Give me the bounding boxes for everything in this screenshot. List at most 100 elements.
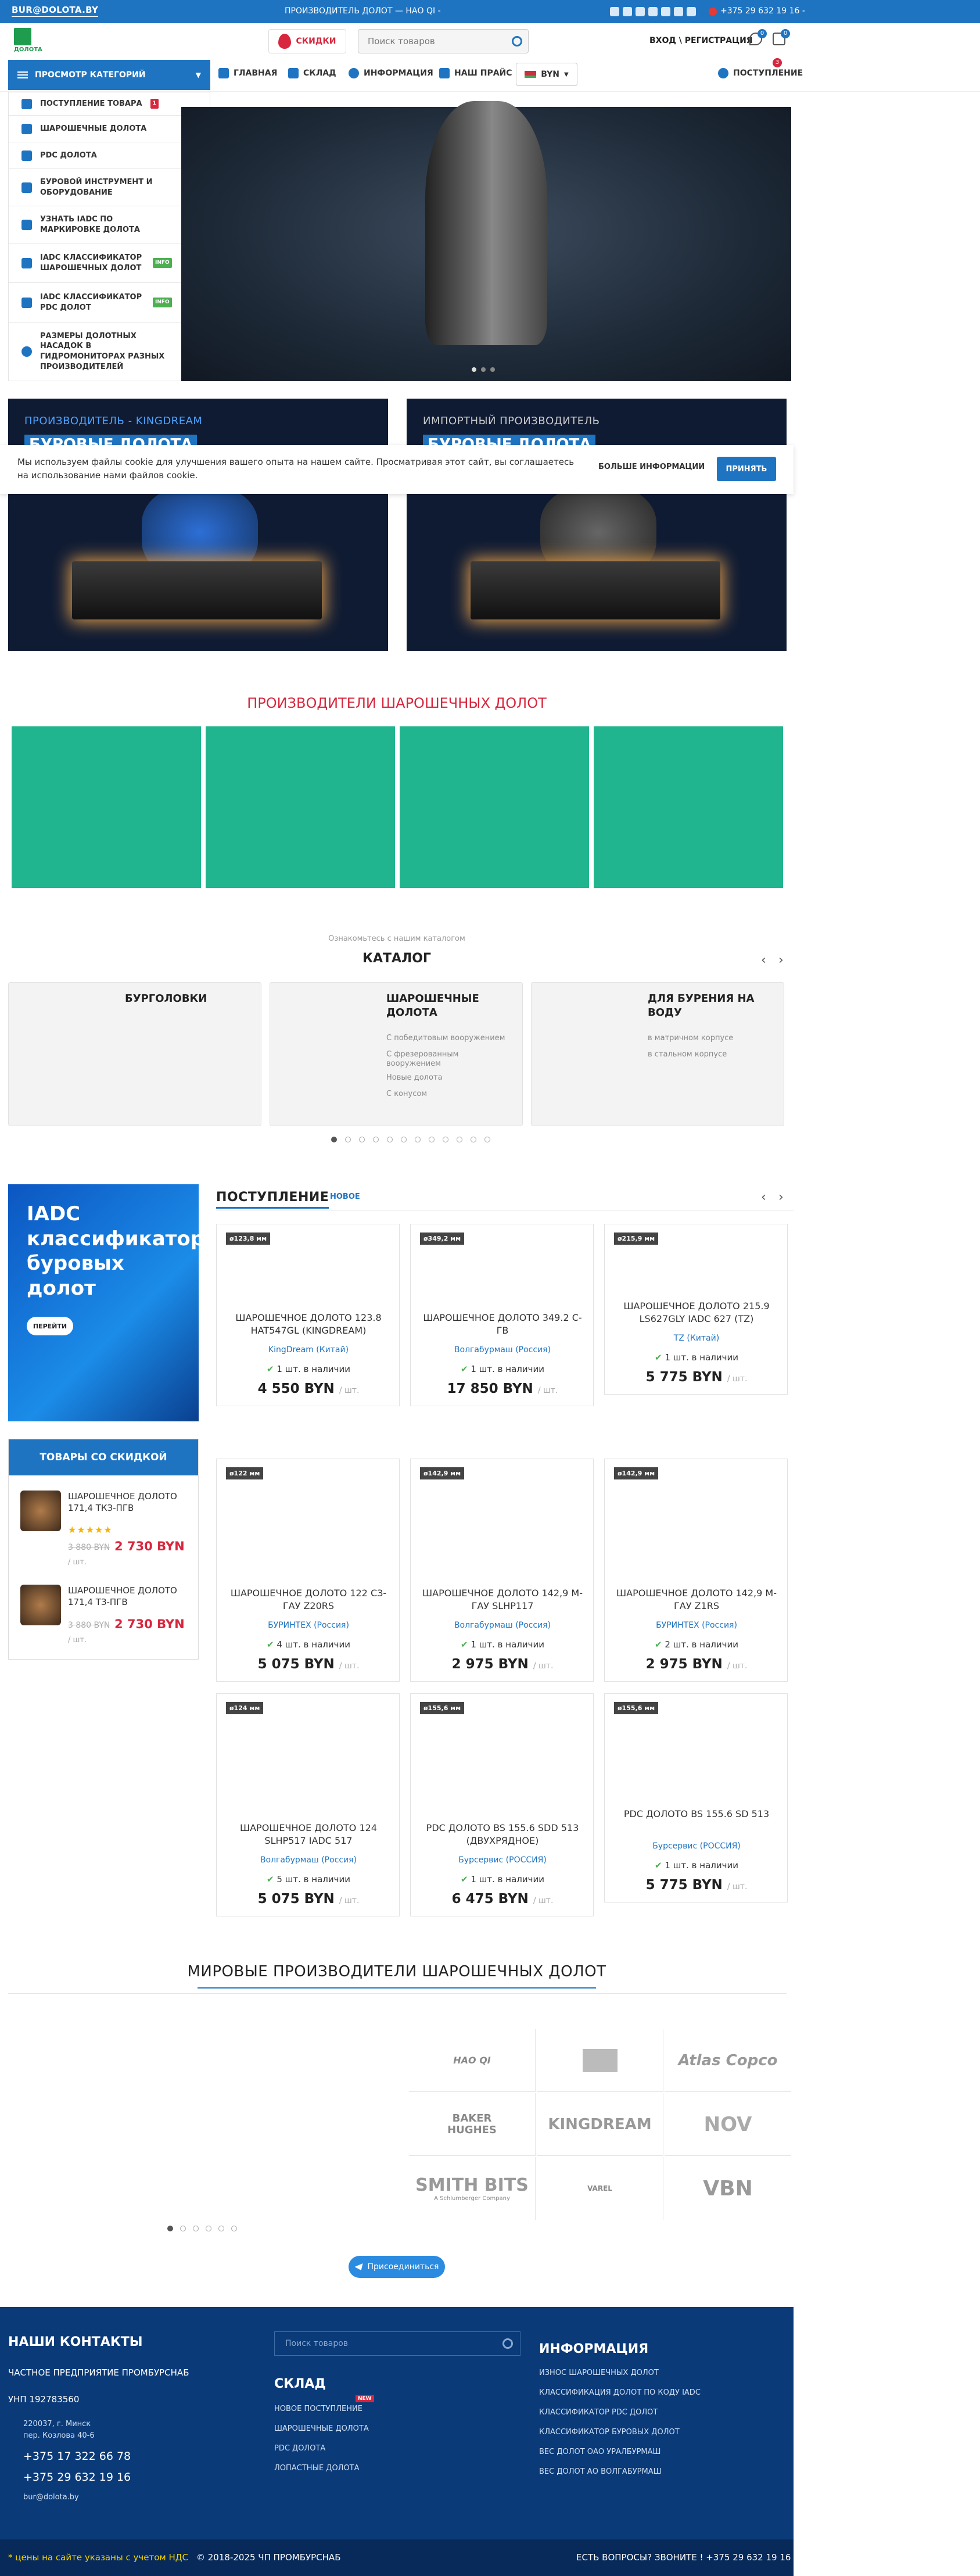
iadc-go-button[interactable]: ПЕРЕЙТИ (27, 1317, 73, 1335)
product-card[interactable]: ø155,6 мм PDC ДОЛОТО BS 155.6 SD 513 Бурсе… (604, 1693, 788, 1903)
product-card[interactable]: ø124 мм ШАРОШЕЧНОЕ ДОЛОТО 124 SLHP517 IAD… (216, 1693, 400, 1916)
category-item[interactable]: IADC КЛАССИФИКАТОР PDC ДОЛОТ INFO (9, 283, 210, 323)
footer-link[interactable]: PDC ДОЛОТА (274, 2444, 325, 2453)
category-item[interactable]: ПОСТУПЛЕНИЕ ТОВАРА 1 (9, 92, 210, 116)
slider-dot[interactable] (193, 2226, 199, 2231)
catalog-sub-link[interactable]: С победитовым вооружением (386, 1034, 505, 1042)
category-item[interactable]: БУРОВОЙ ИНСТРУМЕНТ И ОБОРУДОВАНИЕ› (9, 169, 210, 206)
category-item[interactable]: PDC ДОЛОТА› (9, 142, 210, 169)
browse-categories-button[interactable]: ПРОСМОТР КАТЕГОРИЙ ▼ (8, 60, 210, 90)
brand-logo[interactable]: NOV (665, 2093, 791, 2156)
catalog-sub-link[interactable]: в стальном корпусе (648, 1050, 727, 1059)
category-item[interactable]: РАЗМЕРЫ ДОЛОТНЫХ НАСАДОК В ГИДРОМОНИТОРА… (9, 323, 210, 381)
product-manufacturer[interactable]: Бурсервис (РОССИЯ) (614, 1841, 779, 1851)
product-manufacturer[interactable]: БУРИНТЕХ (Россия) (226, 1621, 391, 1630)
catalog-sub-link[interactable]: в матричном корпусе (648, 1034, 733, 1042)
footer-email[interactable]: bur@dolota.by (23, 2493, 79, 2502)
product-manufacturer[interactable]: БУРИНТЕХ (Россия) (614, 1621, 779, 1630)
product-name[interactable]: ШАРОШЕЧНОЕ ДОЛОТО 349.2 С-ГВ (420, 1312, 585, 1337)
product-manufacturer[interactable]: Бурсервис (РОССИЯ) (420, 1855, 585, 1865)
slider-dot[interactable] (471, 1137, 476, 1142)
search-icon[interactable] (502, 2338, 513, 2349)
product-card[interactable]: ø155,6 мм PDC ДОЛОТО BS 155.6 SDD 513 (ДВ… (410, 1693, 594, 1916)
discount-item[interactable]: ШАРОШЕЧНОЕ ДОЛОТО 171,4 ТЗ-ПГВ 3 880 BYN… (9, 1585, 198, 1649)
currency-select[interactable]: BYN ▼ (516, 63, 577, 86)
brand-logo[interactable]: VAREL (537, 2157, 663, 2220)
product-card[interactable]: ø349,2 мм ШАРОШЕЧНОЕ ДОЛОТО 349.2 С-ГВ Вол… (410, 1224, 594, 1406)
vk-icon[interactable] (636, 7, 645, 16)
brand-logo[interactable]: BAKER HUGHES (409, 2093, 536, 2156)
product-card[interactable]: ø215,9 мм ШАРОШЕЧНОЕ ДОЛОТО 215.9 LS627GL… (604, 1224, 788, 1395)
catalog-sub-link[interactable]: С фрезерованным вооружением (386, 1050, 508, 1068)
catalog-sub-link[interactable]: С конусом (386, 1090, 427, 1098)
catalog-card[interactable]: БУРГОЛОВКИ (8, 982, 261, 1126)
product-name[interactable]: ШАРОШЕЧНОЕ ДОЛОТО 215.9 LS627GLY IADC 62… (614, 1300, 779, 1325)
viber-icon[interactable] (661, 7, 670, 16)
footer-link[interactable]: ВЕС ДОЛОТ АО ВОЛГАБУРМАШ (539, 2467, 662, 2476)
brand-logo[interactable] (537, 2029, 663, 2092)
product-card[interactable]: ø142,9 мм ШАРОШЕЧНОЕ ДОЛОТО 142,9 М-ГАУ S… (410, 1459, 594, 1682)
slider-dot[interactable] (180, 2226, 186, 2231)
product-manufacturer[interactable]: TZ (Китай) (614, 1334, 779, 1343)
product-name[interactable]: PDC ДОЛОТО BS 155.6 SDD 513 (ДВУХРЯДНОЕ) (420, 1822, 585, 1847)
instagram-icon[interactable] (623, 7, 632, 16)
telegram-join-button[interactable]: Присоединиться (349, 2256, 445, 2278)
brand-logo[interactable]: SMITH BITS A Schlumberger Company (409, 2157, 536, 2220)
product-manufacturer[interactable]: Волгабурмаш (Россия) (226, 1855, 391, 1865)
top-email-link[interactable]: BUR@DOLOTA.BY (12, 5, 99, 17)
nav-arrivals[interactable]: ПОСТУПЛЕНИЕ (718, 68, 803, 78)
product-name[interactable]: ШАРОШЕЧНОЕ ДОЛОТО 142,9 М-ГАУ SLHP117 (420, 1587, 585, 1612)
cookie-accept-button[interactable]: ПРИНЯТЬ (717, 457, 776, 481)
chevron-right-icon[interactable]: › (778, 953, 784, 968)
slider-dot[interactable] (401, 1137, 407, 1142)
brand-logo[interactable]: KINGDREAM (537, 2093, 663, 2156)
slider-dot[interactable] (359, 1137, 365, 1142)
login-register-link[interactable]: ВХОД \ РЕГИСТРАЦИЯ (649, 36, 753, 45)
brand-logo[interactable]: Atlas Copco (665, 2029, 791, 2092)
category-item[interactable]: ШАРОШЕЧНЫЕ ДОЛОТА› (9, 116, 210, 142)
product-manufacturer[interactable]: Волгабурмаш (Россия) (420, 1345, 585, 1355)
slider-dot[interactable] (331, 1137, 337, 1142)
category-item[interactable]: IADC КЛАССИФИКАТОР ШАРОШЕЧНЫХ ДОЛОТ INFO (9, 243, 210, 283)
site-logo[interactable]: ДОЛОТА (14, 28, 42, 53)
slider-dot[interactable] (429, 1137, 435, 1142)
product-manufacturer[interactable]: KingDream (Китай) (226, 1345, 391, 1355)
contact-phone-cta[interactable]: ЕСТЬ ВОПРОСЫ? ЗВОНИТЕ ! +375 29 632 19 1… (576, 2552, 791, 2563)
slider-dot[interactable] (167, 2226, 173, 2231)
hero-slider[interactable] (181, 101, 791, 381)
nav-info[interactable]: ИНФОРМАЦИЯ (349, 68, 433, 78)
header-search-input[interactable]: Поиск товаров (358, 29, 529, 53)
catalog-card[interactable]: ШАРОШЕЧНЫЕ ДОЛОТА С победитовым вооружен… (270, 982, 523, 1126)
manufacturer-tile[interactable] (206, 726, 395, 888)
slider-dot[interactable] (481, 367, 486, 372)
slider-dot[interactable] (472, 367, 476, 372)
footer-link[interactable]: ИЗНОС ШАРОШЕЧНЫХ ДОЛОТ (539, 2369, 659, 2377)
category-item[interactable]: УЗНАТЬ IADC ПО МАРКИРОВКЕ ДОЛОТА (9, 206, 210, 243)
email-icon[interactable] (610, 7, 619, 16)
nav-home[interactable]: ГЛАВНАЯ (218, 68, 277, 78)
arrivals-tab-new[interactable]: НОВОЕ (330, 1192, 360, 1201)
footer-link[interactable]: ВЕС ДОЛОТ ОАО УРАЛБУРМАШ (539, 2448, 660, 2456)
sale-button[interactable]: СКИДКИ (268, 29, 346, 53)
brand-logo[interactable]: VBN (665, 2157, 791, 2220)
footer-link[interactable]: ЛОПАСТНЫЕ ДОЛОТА (274, 2464, 360, 2473)
product-card[interactable]: ø142,9 мм ШАРОШЕЧНОЕ ДОЛОТО 142,9 М-ГАУ Z… (604, 1459, 788, 1682)
iadc-banner[interactable]: IADC классификатор буровых долот ПЕРЕЙТИ (8, 1184, 204, 1421)
promo-banner-import[interactable]: ИМПОРТНЫЙ ПРОИЗВОДИТЕЛЬ БУРОВЫЕ ДОЛОТА (407, 399, 787, 651)
top-phone[interactable]: +375 29 632 19 16 - (720, 6, 805, 16)
footer-phone[interactable]: +375 29 632 19 16 (23, 2471, 131, 2484)
slider-dot[interactable] (373, 1137, 379, 1142)
nav-price[interactable]: НАШ ПРАЙС (439, 68, 512, 78)
slider-dot[interactable] (443, 1137, 448, 1142)
search-icon[interactable] (512, 36, 522, 46)
slider-dot[interactable] (218, 2226, 224, 2231)
promo-banner-kingdream[interactable]: ПРОИЗВОДИТЕЛЬ - KINGDREAM БУРОВЫЕ ДОЛОТА (8, 399, 388, 651)
nav-stock[interactable]: СКЛАД (288, 68, 336, 78)
footer-link[interactable]: КЛАССИФИКАТОР PDC ДОЛОТ (539, 2408, 658, 2417)
discount-product-name[interactable]: ШАРОШЕЧНОЕ ДОЛОТО 171,4 ТКЗ-ПГВ (68, 1491, 190, 1514)
product-card[interactable]: ø122 мм ШАРОШЕЧНОЕ ДОЛОТО 122 СЗ-ГАУ Z20R… (216, 1459, 400, 1682)
footer-phone[interactable]: +375 17 322 66 78 (23, 2450, 131, 2463)
catalog-sub-link[interactable]: Новые долота (386, 1073, 443, 1082)
product-manufacturer[interactable]: Волгабурмаш (Россия) (420, 1621, 585, 1630)
product-name[interactable]: ШАРОШЕЧНОЕ ДОЛОТО 122 СЗ-ГАУ Z20RS (226, 1587, 391, 1612)
